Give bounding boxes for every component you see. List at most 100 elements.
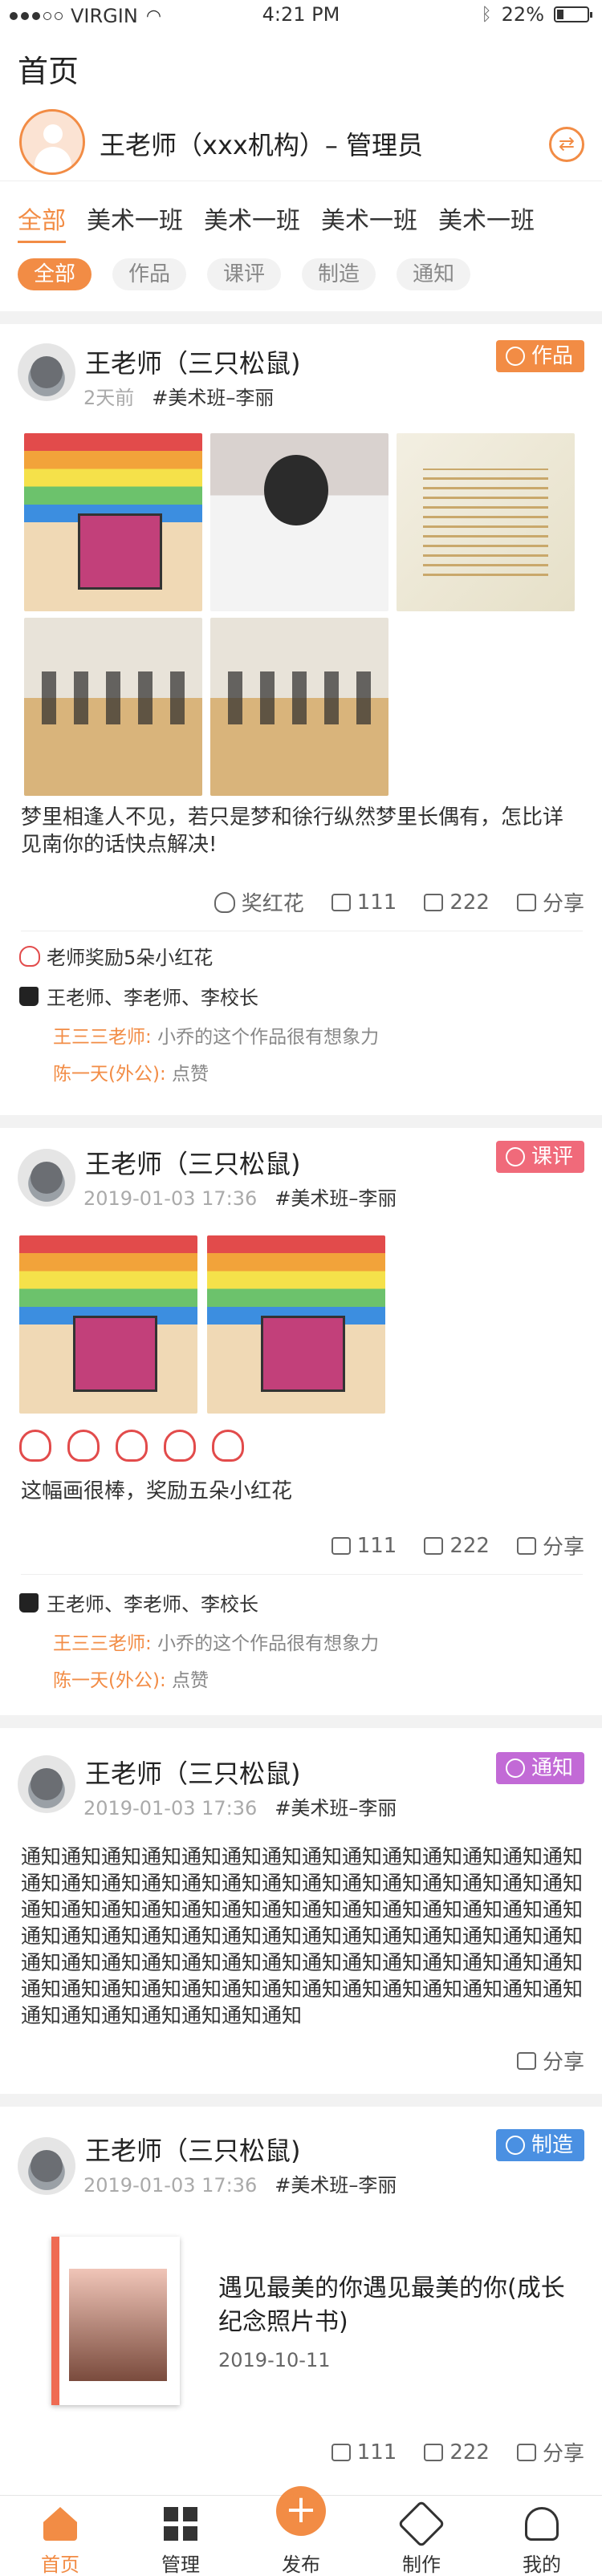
avatar[interactable] [18, 1149, 75, 1207]
liked-by: 王老师、李老师、李校长 [19, 982, 258, 1010]
tab-create[interactable]: 制作 [361, 2496, 482, 2576]
smile-icon [505, 1147, 525, 1166]
share-icon [516, 1536, 536, 1555]
avatar[interactable] [18, 343, 75, 401]
post-text: 通知通知通知通知通知通知通知通知通知通知通知通知通知通知通知通知通知通知通知通知… [21, 1845, 584, 2027]
divider [21, 1574, 583, 1575]
comment-button[interactable]: 222 [424, 890, 490, 915]
badge-works: 作品 [495, 340, 584, 372]
post-meta: 2019-01-03 17:36 #美术班–李丽 [83, 1792, 397, 1820]
comment-icon [424, 2443, 444, 2461]
tab-home[interactable]: 首页 [0, 2496, 120, 2576]
filter-works[interactable]: 作品 [112, 258, 187, 290]
reward-line: 老师奖励5朵小红花 [19, 942, 213, 970]
avatar[interactable] [18, 1755, 75, 1813]
class-tab[interactable]: 美术一班 [204, 201, 300, 243]
bottom-tab-bar: 首页 管理 + 发布 制作 我的 [0, 2486, 602, 2576]
reward-button[interactable]: 奖红花 [214, 887, 304, 917]
post-class[interactable]: #美术班–李丽 [275, 2174, 397, 2197]
thumbs-up-icon [19, 986, 39, 1006]
flower-icon [214, 891, 235, 913]
post-text: 这幅画很棒，奖励五朵小红花 [21, 1479, 293, 1503]
badge-make: 制造 [495, 2129, 584, 2161]
tab-manage[interactable]: 管理 [120, 2496, 241, 2576]
flower-row [19, 1430, 244, 1462]
share-icon [516, 2051, 536, 2070]
plus-icon: + [276, 2486, 326, 2536]
post-photo[interactable] [24, 433, 202, 611]
post-author: 王老师（三只松鼠) [85, 1149, 301, 1179]
post-class[interactable]: #美术班–李丽 [275, 1797, 397, 1819]
thumbs-up-icon [331, 2443, 351, 2461]
comment-icon [424, 893, 444, 911]
class-tab-all[interactable]: 全部 [18, 201, 66, 243]
class-tab[interactable]: 美术一班 [321, 201, 417, 243]
thumbs-up-icon [19, 1592, 39, 1613]
comment-icon [424, 1536, 444, 1555]
filter-make[interactable]: 制造 [302, 258, 376, 290]
post-time: 2天前 [83, 387, 135, 409]
flower-icon [116, 1430, 148, 1462]
user-icon [525, 2507, 559, 2541]
post-class[interactable]: #美术班–李丽 [152, 387, 274, 409]
comment-item[interactable]: 陈一天(外公): 点赞 [53, 1662, 379, 1699]
avatar[interactable] [18, 2137, 75, 2195]
message-icon [505, 1759, 525, 1778]
post-photo[interactable] [397, 433, 575, 611]
class-tab[interactable]: 美术一班 [87, 201, 183, 243]
thumbs-up-icon [331, 893, 351, 911]
post-photo[interactable] [19, 1235, 197, 1414]
status-right: ᛒ 22% [481, 3, 592, 26]
post-actions: 分享 [516, 2046, 584, 2075]
share-icon [516, 893, 536, 911]
like-button[interactable]: 111 [331, 890, 397, 915]
post-actions: 奖红花 111 222 分享 [214, 887, 584, 917]
post-meta: 2天前 #美术班–李丽 [83, 382, 274, 410]
post-photo[interactable] [24, 618, 202, 796]
comment-button[interactable]: 222 [424, 2440, 490, 2464]
divider [0, 1715, 602, 1728]
avatar[interactable] [19, 109, 85, 175]
post-class[interactable]: #美术班–李丽 [275, 1187, 397, 1210]
comment-button[interactable]: 222 [424, 1534, 490, 1558]
divider [0, 311, 602, 324]
post-photo[interactable] [210, 618, 388, 796]
like-button[interactable]: 111 [331, 2440, 397, 2464]
divider [0, 1115, 602, 1128]
filter-all[interactable]: 全部 [18, 258, 92, 290]
badge-notice: 通知 [495, 1752, 584, 1784]
like-button[interactable]: 111 [331, 1534, 397, 1558]
filter-review[interactable]: 课评 [207, 258, 282, 290]
book-date: 2019-10-11 [218, 2349, 331, 2371]
tab-me[interactable]: 我的 [482, 2496, 602, 2576]
photo-book-cover[interactable] [51, 2237, 180, 2405]
post-time: 2019-01-03 17:36 [83, 1187, 258, 1210]
page-title: 首页 [18, 54, 79, 89]
bluetooth-icon: ᛒ [481, 4, 492, 25]
tab-publish[interactable]: + 发布 [241, 2486, 361, 2576]
star-icon [505, 347, 525, 366]
comment-item[interactable]: 陈一天(外公): 点赞 [53, 1056, 379, 1093]
flower-icon [67, 1430, 100, 1462]
book-title[interactable]: 遇见最美的你遇见最美的你(成长纪念照片书) [218, 2272, 580, 2339]
filter-notice[interactable]: 通知 [397, 258, 471, 290]
comment-list: 王三三老师: 小乔的这个作品很有想象力 陈一天(外公): 点赞 [53, 1019, 379, 1093]
post-actions: 111 222 分享 [331, 1531, 584, 1560]
class-tab[interactable]: 美术一班 [438, 201, 535, 243]
comment-item[interactable]: 王三三老师: 小乔的这个作品很有想象力 [53, 1625, 379, 1662]
pencil-icon [397, 2500, 445, 2548]
post-text: 梦里相逢人不见，若只是梦和徐行纵然梦里长偶有，怎比详见南你的话快点解决! [21, 805, 564, 857]
post-photo[interactable] [210, 433, 388, 611]
post-time: 2019-01-03 17:36 [83, 2174, 258, 2197]
battery-icon [554, 6, 592, 22]
post-author: 王老师（三只松鼠) [85, 1759, 301, 1789]
flower-icon [19, 1430, 51, 1462]
post-card: 王老师（三只松鼠) 2019-01-03 17:36 #美术班–李丽 制造 遇见最… [0, 2107, 602, 2485]
switch-account-icon[interactable]: ⇄ [549, 127, 584, 162]
share-button[interactable]: 分享 [516, 2046, 584, 2075]
comment-item[interactable]: 王三三老师: 小乔的这个作品很有想象力 [53, 1019, 379, 1056]
post-photo[interactable] [207, 1235, 385, 1414]
share-button[interactable]: 分享 [516, 1531, 584, 1560]
share-button[interactable]: 分享 [516, 2437, 584, 2467]
share-button[interactable]: 分享 [516, 887, 584, 917]
